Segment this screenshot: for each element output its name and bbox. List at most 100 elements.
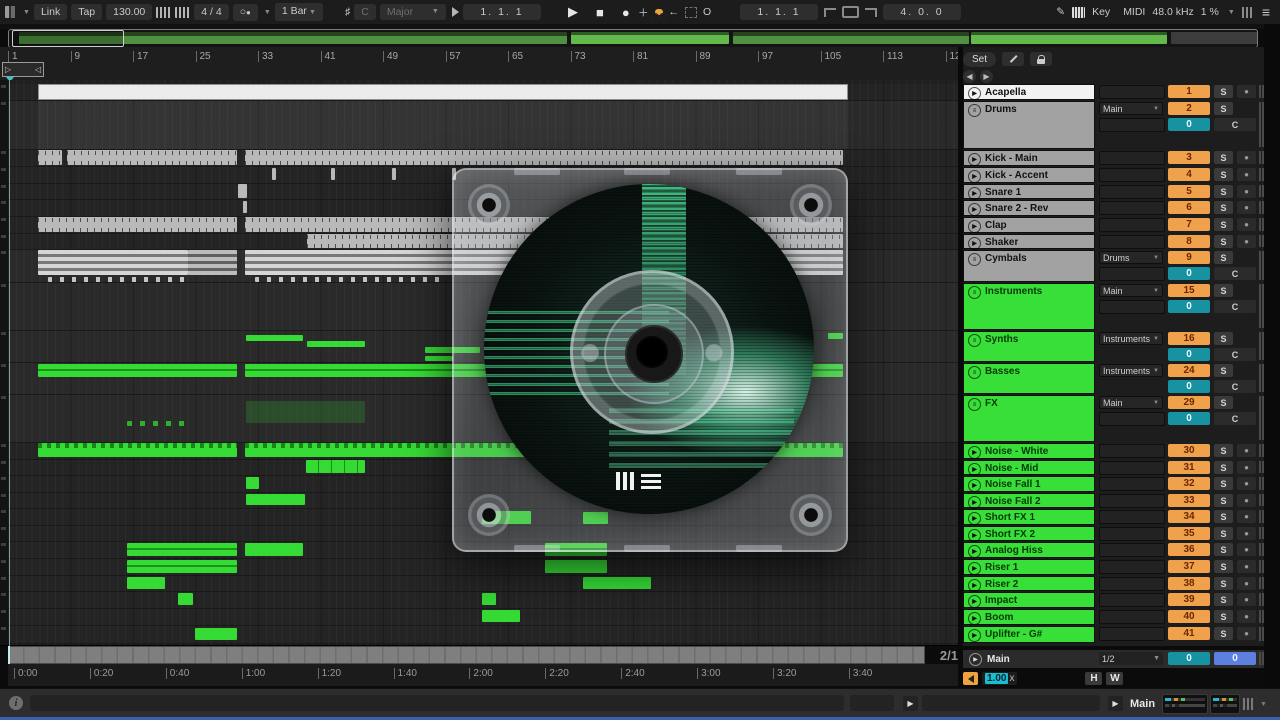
- automation-cell[interactable]: [1099, 494, 1165, 508]
- track-number-badge[interactable]: 36: [1168, 543, 1210, 556]
- tempo-field[interactable]: 130.00: [106, 4, 152, 20]
- automation-cell[interactable]: [1099, 461, 1165, 475]
- group-fold-icon[interactable]: ≡: [968, 366, 981, 379]
- clip[interactable]: [238, 184, 247, 198]
- automation-cell[interactable]: [1099, 610, 1165, 624]
- clip[interactable]: [178, 593, 193, 605]
- clip[interactable]: [545, 560, 607, 573]
- track-number-badge[interactable]: 2: [1168, 102, 1210, 115]
- time-ruler[interactable]: 0:000:200:401:001:201:402:002:202:403:00…: [8, 664, 958, 686]
- midi-map-button[interactable]: MIDI: [1123, 6, 1145, 18]
- solo-button[interactable]: S: [1214, 332, 1233, 345]
- track-play-icon[interactable]: ▶: [968, 153, 981, 166]
- clip[interactable]: [38, 217, 237, 232]
- track-play-icon[interactable]: ▶: [968, 595, 981, 608]
- clip[interactable]: [425, 356, 453, 361]
- main-chain-play-icon[interactable]: ▶: [1108, 696, 1123, 711]
- track-number-badge[interactable]: 33: [1168, 494, 1210, 507]
- track-name[interactable]: ≡Basses: [963, 363, 1095, 394]
- solo-button[interactable]: S: [1214, 477, 1233, 490]
- clip[interactable]: [195, 628, 237, 640]
- track-play-icon[interactable]: ▶: [968, 562, 981, 575]
- track-play-icon[interactable]: ▶: [968, 629, 981, 642]
- beat-time-ruler[interactable]: 191725334149576573818997105113121 ▷◁: [0, 47, 958, 81]
- clip[interactable]: [127, 577, 165, 589]
- arm-record-button[interactable]: ●: [1237, 560, 1256, 573]
- arm-record-button[interactable]: ●: [1237, 444, 1256, 457]
- solo-button[interactable]: S: [1214, 201, 1233, 214]
- track-name[interactable]: ▶Riser 2: [963, 576, 1095, 591]
- track-number-badge[interactable]: 35: [1168, 527, 1210, 540]
- track-name[interactable]: ▶Kick - Accent: [963, 167, 1095, 183]
- track-number-badge[interactable]: 30: [1168, 444, 1210, 457]
- group-fold-icon[interactable]: ≡: [968, 334, 981, 347]
- automation-cell[interactable]: [1099, 201, 1165, 215]
- track-play-icon[interactable]: ▶: [968, 220, 981, 233]
- clip[interactable]: [127, 421, 190, 426]
- draw-automation-button[interactable]: [1002, 52, 1024, 66]
- set-locator-button[interactable]: Set: [963, 52, 996, 67]
- clip[interactable]: [246, 477, 259, 489]
- clip[interactable]: [272, 168, 276, 180]
- solo-button[interactable]: S: [1214, 627, 1233, 640]
- back-to-arrangement-icon[interactable]: ←: [669, 6, 680, 18]
- automation-cell[interactable]: [1099, 218, 1165, 232]
- key-root-field[interactable]: C: [354, 4, 376, 20]
- solo-button[interactable]: S: [1214, 151, 1233, 164]
- group-fold-icon[interactable]: ≡: [968, 398, 981, 411]
- prev-locator-button[interactable]: ◀: [963, 70, 976, 83]
- arm-record-button[interactable]: ●: [1237, 151, 1256, 164]
- track-name[interactable]: ≡Synths: [963, 331, 1095, 362]
- crossfade-button[interactable]: C: [1214, 380, 1256, 393]
- track-routing-menu[interactable]: Main▼: [1099, 284, 1163, 297]
- arm-record-button[interactable]: ●: [1237, 461, 1256, 474]
- track-name[interactable]: ▶Boom: [963, 609, 1095, 625]
- solo-button[interactable]: S: [1214, 396, 1233, 409]
- send-value[interactable]: 0: [1168, 267, 1210, 280]
- arm-record-button[interactable]: ●: [1237, 543, 1256, 556]
- track-number-badge[interactable]: 4: [1168, 168, 1210, 181]
- arm-record-button[interactable]: ●: [1237, 627, 1256, 640]
- clip[interactable]: [246, 335, 303, 341]
- metronome-button[interactable]: ○●: [233, 4, 258, 21]
- draw-mode-pencil-icon[interactable]: ✎: [1056, 6, 1065, 18]
- midi-overdub-button[interactable]: [655, 9, 663, 15]
- automation-cell[interactable]: [1099, 477, 1165, 491]
- track-play-icon[interactable]: ▶: [968, 512, 981, 525]
- lock-envelopes-button[interactable]: [1030, 52, 1052, 66]
- track-name[interactable]: ▶Clap: [963, 217, 1095, 233]
- preview-volume-icon[interactable]: [963, 672, 978, 685]
- output-meter-caret-icon[interactable]: ▼: [1260, 701, 1267, 708]
- track-number-badge[interactable]: 24: [1168, 364, 1210, 377]
- track-name[interactable]: ▶Noise Fall 1: [963, 476, 1095, 492]
- device-thumbnail[interactable]: [1210, 694, 1240, 714]
- automation-cell[interactable]: [1099, 527, 1165, 541]
- track-name[interactable]: ▶Shaker: [963, 234, 1095, 249]
- draw-selection-icon[interactable]: [685, 7, 697, 18]
- track-select-strip[interactable]: [0, 80, 8, 646]
- tap-tempo-button[interactable]: Tap: [71, 4, 102, 20]
- automation-cell[interactable]: [1099, 444, 1165, 458]
- next-locator-button[interactable]: ▶: [980, 70, 993, 83]
- solo-button[interactable]: S: [1214, 102, 1233, 115]
- main-track-name[interactable]: Main: [987, 654, 1010, 665]
- loop-brace[interactable]: ▷◁: [2, 62, 44, 77]
- link-button[interactable]: Link: [34, 4, 67, 20]
- arm-record-button[interactable]: ●: [1237, 201, 1256, 214]
- arm-record-button[interactable]: ●: [1237, 477, 1256, 490]
- track-routing-menu[interactable]: Main▼: [1099, 396, 1163, 409]
- computer-midi-keyboard-icon[interactable]: [1072, 7, 1085, 18]
- arrangement-position-field[interactable]: 1. 1. 1: [463, 4, 541, 20]
- track-name[interactable]: ▶Noise - Mid: [963, 460, 1095, 475]
- track-name[interactable]: ▶Acapella: [963, 84, 1095, 100]
- automation-cell[interactable]: [1099, 510, 1165, 524]
- cpu-caret-icon[interactable]: ▼: [1228, 9, 1235, 16]
- solo-button[interactable]: S: [1214, 218, 1233, 231]
- solo-button[interactable]: S: [1214, 577, 1233, 590]
- automation-cell[interactable]: [1099, 300, 1165, 314]
- clip[interactable]: [38, 101, 848, 149]
- clip[interactable]: [392, 168, 396, 180]
- crossfade-button[interactable]: C: [1214, 300, 1256, 313]
- scale-menu[interactable]: Major▼: [380, 4, 446, 20]
- track-play-icon[interactable]: ▶: [968, 237, 981, 250]
